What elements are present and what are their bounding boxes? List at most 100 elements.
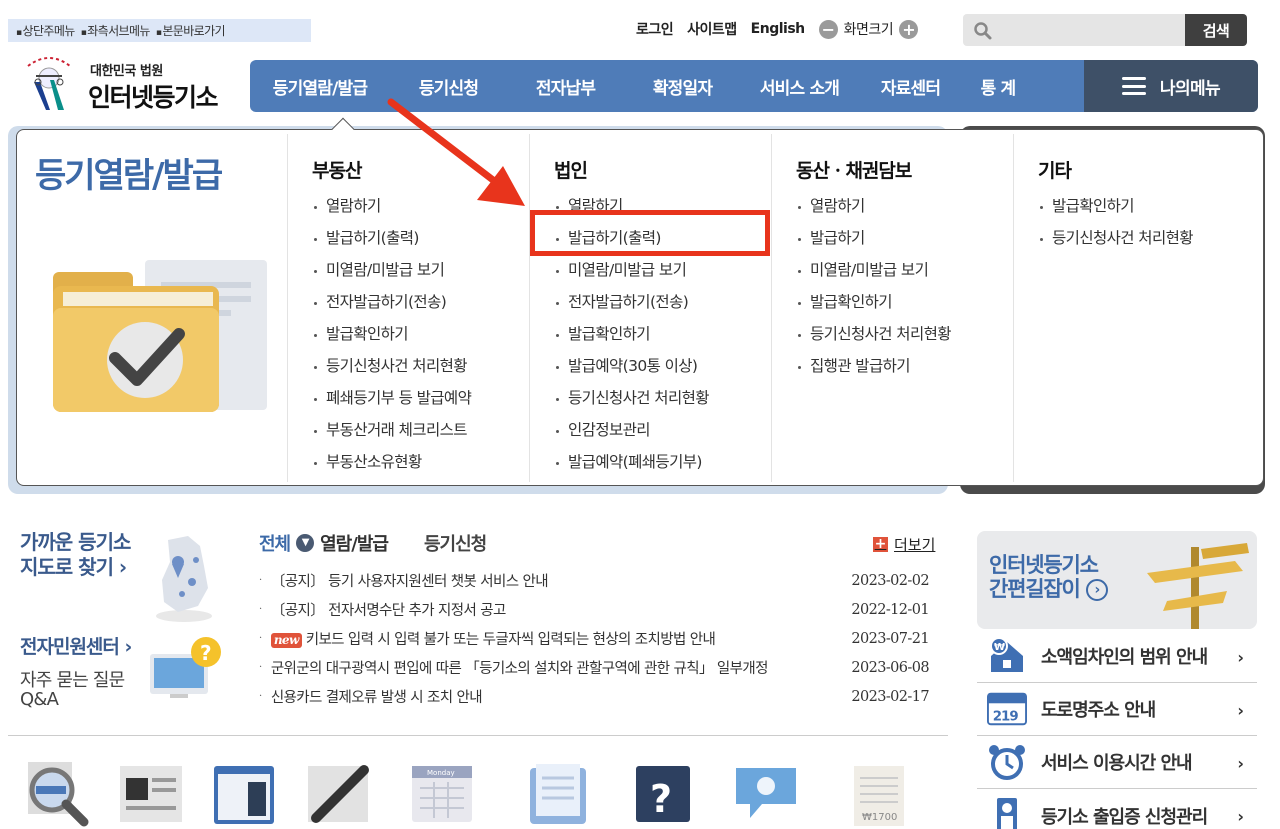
easy-guide-banner[interactable]: 인터넷등기소 간편길잡이 › bbox=[977, 531, 1257, 629]
menu-item[interactable]: 등기신청사건 처리현황 bbox=[796, 318, 1013, 350]
signpost-icon bbox=[1147, 543, 1249, 629]
menu-item[interactable]: 발급확인하기 bbox=[796, 286, 1013, 318]
e-civil-center-link[interactable]: 전자민원센터 › bbox=[20, 632, 132, 659]
skip-link-content[interactable]: 본문바로가기 bbox=[156, 22, 225, 39]
notice-date: 2023-02-17 bbox=[851, 688, 929, 705]
logo-title: 인터넷등기소 bbox=[88, 83, 219, 112]
chevron-right-icon: › bbox=[1237, 754, 1244, 773]
question-box-icon: ? bbox=[636, 766, 690, 822]
site-logo[interactable]: 대한민국 법원 인터넷등기소 bbox=[16, 52, 236, 116]
qna-link[interactable]: Q&A bbox=[20, 690, 131, 709]
help-computer-icon: ? bbox=[150, 637, 221, 698]
receipt-icon: ₩1700 bbox=[854, 766, 904, 826]
list-item[interactable]: · 〔공지〕 등기 사용자지원센터 챗봇 서비스 안내 2023-02-02 bbox=[259, 566, 930, 595]
menu-item[interactable]: 열람하기 bbox=[796, 190, 1013, 222]
menu-item[interactable]: 발급확인하기 bbox=[554, 318, 771, 350]
menu-item[interactable]: 미열람/미발급 보기 bbox=[554, 254, 771, 286]
my-menu-button[interactable]: 나의메뉴 bbox=[1084, 60, 1258, 112]
nav-item-e-payment[interactable]: 전자납부 bbox=[507, 74, 624, 99]
red-arrow-icon bbox=[387, 98, 525, 206]
my-menu-label: 나의메뉴 bbox=[1159, 78, 1221, 99]
calendar-label: Monday bbox=[427, 769, 455, 777]
top-links: 로그인 사이트맵 English − 화면크기 + bbox=[636, 18, 919, 40]
nav-item-data-center[interactable]: 자료센터 bbox=[858, 74, 963, 99]
nav-item-service-intro[interactable]: 서비스 소개 bbox=[741, 74, 858, 99]
menu-item[interactable]: 발급하기 bbox=[796, 222, 1013, 254]
calendar-icon: Monday bbox=[412, 766, 472, 822]
list-item[interactable]: · 신용카드 결제오류 발생 시 조치 안내 2023-02-17 bbox=[259, 682, 930, 711]
menu-item[interactable]: 등기신청사건 처리현황 bbox=[554, 382, 771, 414]
svg-text:?: ? bbox=[650, 777, 672, 821]
receipt-amount: ₩1700 bbox=[862, 812, 897, 823]
sitemap-link[interactable]: 사이트맵 bbox=[687, 19, 737, 39]
svg-text:₩: ₩ bbox=[994, 642, 1005, 653]
list-item[interactable]: · 〔공지〕 전자서명수단 추가 지정서 공고 2022-12-01 bbox=[259, 595, 930, 624]
nav-item-view-issue[interactable]: 등기열람/발급 bbox=[250, 74, 390, 99]
tab-all[interactable]: 전체 bbox=[259, 530, 291, 556]
service-hours-link[interactable]: 서비스 이용시간 안내 › bbox=[977, 736, 1257, 789]
skip-link-left-submenu[interactable]: 좌측서브메뉴 bbox=[81, 22, 150, 39]
menu-item[interactable]: 집행관 발급하기 bbox=[796, 350, 1013, 382]
road-address-link[interactable]: 219 도로명주소 안내 › bbox=[977, 683, 1257, 736]
more-link[interactable]: + 더보기 bbox=[873, 534, 935, 555]
menu-item[interactable]: 부동산소유현황 bbox=[312, 446, 529, 478]
chevron-right-icon: › bbox=[1237, 807, 1244, 826]
notice-title[interactable]: 〔공지〕 등기 사용자지원센터 챗봇 서비스 안내 bbox=[271, 570, 818, 591]
small-tenant-link[interactable]: ₩ 소액임차인의 범위 안내 › bbox=[977, 630, 1257, 683]
list-item[interactable]: · 군위군의 대구광역시 편입에 따른 「등기소의 설치와 관할구역에 관한 규칙… bbox=[259, 653, 930, 682]
search-icon bbox=[974, 22, 992, 40]
magnifier-document-icon bbox=[28, 762, 89, 827]
road-sign-number: 219 bbox=[993, 709, 1019, 724]
english-link[interactable]: English bbox=[751, 21, 805, 37]
web-window-icon bbox=[214, 766, 274, 824]
notice-title[interactable]: 〔공지〕 전자서명수단 추가 지정서 공고 bbox=[271, 599, 818, 620]
road-address-label: 도로명주소 안내 bbox=[1041, 700, 1156, 721]
hamburger-icon bbox=[1121, 77, 1146, 95]
service-hours-label: 서비스 이용시간 안내 bbox=[1041, 753, 1193, 774]
skip-link-main-menu[interactable]: 상단주메뉴 bbox=[16, 22, 76, 39]
e-civil-center: 전자민원센터 › 자주 묻는 질문 Q&A bbox=[20, 632, 132, 709]
menu-item[interactable]: 미열람/미발급 보기 bbox=[312, 254, 529, 286]
menu-item[interactable]: 등기신청사건 처리현황 bbox=[1038, 222, 1263, 254]
search-input[interactable] bbox=[963, 14, 1185, 46]
notice-title[interactable]: 신용카드 결제오류 발생 시 조치 안내 bbox=[271, 686, 818, 707]
menu-item[interactable]: 발급하기(출력) bbox=[312, 222, 529, 254]
access-card-label: 등기소 출입증 신청관리 bbox=[1041, 806, 1208, 828]
newspaper-icon bbox=[120, 766, 182, 822]
court-emblem-icon bbox=[27, 57, 71, 110]
notice-title[interactable]: 키보드 입력 시 입력 불가 또는 두글자씩 입력되는 현상의 조치방법 안내 bbox=[306, 632, 716, 648]
faq-link[interactable]: 자주 묻는 질문 bbox=[20, 671, 131, 690]
menu-item[interactable]: 전자발급하기(전송) bbox=[312, 286, 529, 318]
zoom-out-icon[interactable]: − bbox=[818, 19, 838, 39]
menu-item[interactable]: 인감정보관리 bbox=[554, 414, 771, 446]
menu-item[interactable]: 등기신청사건 처리현황 bbox=[312, 350, 529, 382]
zoom-in-icon[interactable]: + bbox=[899, 19, 919, 39]
menu-item[interactable]: 폐쇄등기부 등 발급예약 bbox=[312, 382, 529, 414]
list-item[interactable]: · new 키보드 입력 시 입력 불가 또는 두글자씩 입력되는 현상의 조치방법… bbox=[259, 624, 930, 653]
menu-item[interactable]: 부동산거래 체크리스트 bbox=[312, 414, 529, 446]
menu-item[interactable]: 발급확인하기 bbox=[1038, 190, 1263, 222]
skip-links: 상단주메뉴 좌측서브메뉴 본문바로가기 bbox=[8, 19, 311, 42]
login-link[interactable]: 로그인 bbox=[636, 19, 674, 39]
menu-item[interactable]: 전자발급하기(전송) bbox=[554, 286, 771, 318]
menu-heading: 기타 bbox=[1038, 160, 1072, 182]
tab-apply[interactable]: 등기신청 bbox=[424, 530, 487, 556]
notice-date: 2023-06-08 bbox=[851, 659, 929, 676]
tab-view-issue[interactable]: 열람/발급 bbox=[320, 530, 389, 556]
menu-item[interactable]: 미열람/미발급 보기 bbox=[796, 254, 1013, 286]
notice-date: 2022-12-01 bbox=[851, 601, 929, 618]
menu-item[interactable]: 발급확인하기 bbox=[312, 318, 529, 350]
menu-item[interactable]: 발급예약(폐쇄등기부) bbox=[554, 446, 771, 478]
menu-heading: 동산ㆍ채권담보 bbox=[796, 160, 912, 182]
nav-item-statistics[interactable]: 통 계 bbox=[963, 74, 1033, 99]
notice-title[interactable]: 군위군의 대구광역시 편입에 따른 「등기소의 설치와 관할구역에 관한 규칙」… bbox=[271, 657, 818, 678]
nav-item-fixed-date[interactable]: 확정일자 bbox=[624, 74, 741, 99]
nav-item-apply[interactable]: 등기신청 bbox=[390, 74, 507, 99]
access-card-link[interactable]: 등기소 출입증 신청관리 › bbox=[977, 789, 1257, 829]
nearby-registry-link[interactable]: 가까운 등기소 지도로 찾기 › bbox=[20, 530, 131, 580]
menu-column-movables: 동산ㆍ채권담보 열람하기 발급하기 미열람/미발급 보기 발급확인하기 등기신청… bbox=[771, 134, 1013, 482]
folder-check-icon bbox=[53, 260, 267, 412]
menu-item[interactable]: 발급예약(30통 이상) bbox=[554, 350, 771, 382]
notice-tabs: 전체 ▼ 열람/발급 등기신청 bbox=[259, 530, 487, 556]
search-button[interactable]: 검색 bbox=[1185, 14, 1247, 46]
